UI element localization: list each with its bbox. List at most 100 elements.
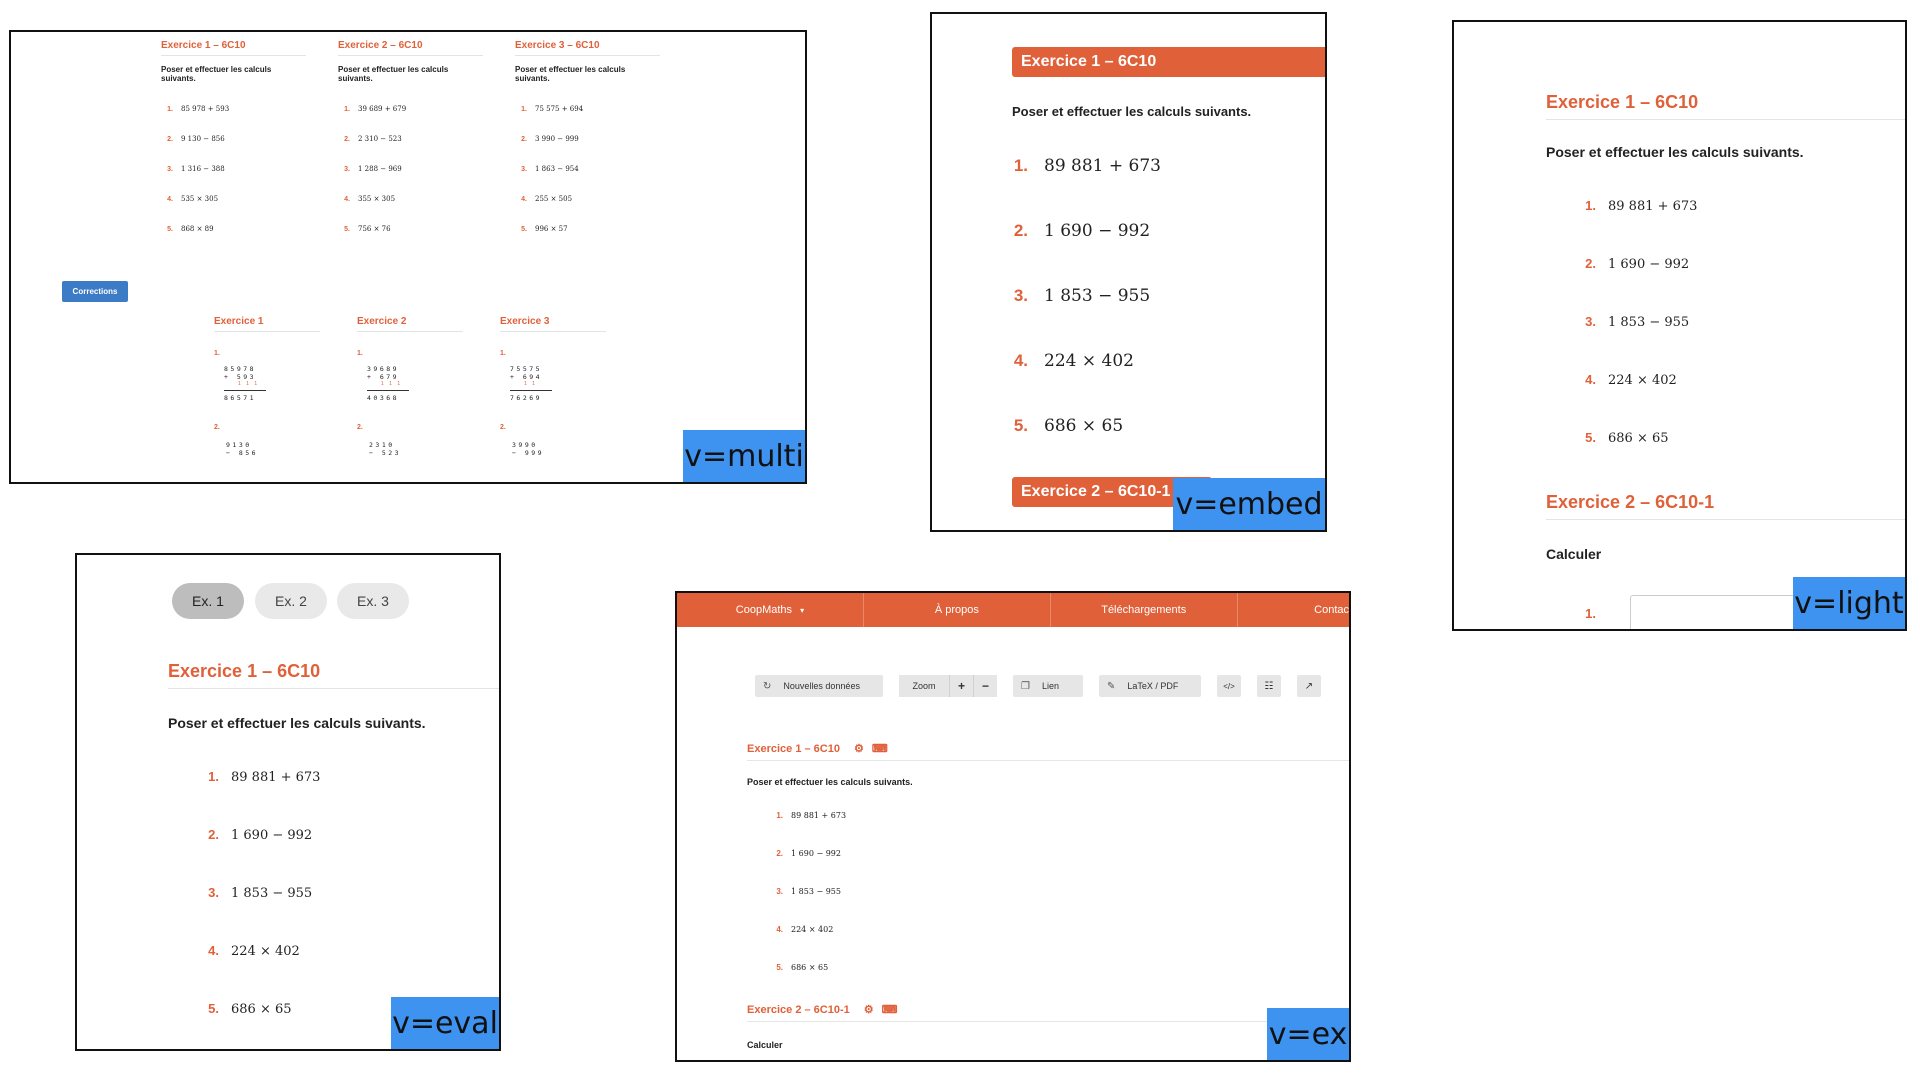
question-number: 4.: [167, 196, 173, 203]
question-expression: 1 690 − 992: [1608, 257, 1690, 272]
tab-ex-3[interactable]: Ex. 3: [337, 583, 409, 619]
question-expression: 686 × 65: [1044, 416, 1124, 436]
operand-top: 75575: [510, 365, 543, 373]
latex-pdf-label: LaTeX / PDF: [1127, 681, 1179, 691]
question-number: 4.: [344, 196, 350, 203]
question-expression: 2 310 − 523: [358, 135, 402, 143]
nav-downloads[interactable]: Téléchargements: [1051, 593, 1238, 627]
grid-icon: ☷: [1264, 680, 1274, 692]
keyboard-icon[interactable]: ⌨: [882, 1003, 898, 1016]
question-number: 3.: [776, 887, 783, 896]
question-number: 1.: [776, 811, 783, 820]
version-tag: v=multi: [683, 430, 805, 482]
question-item: 5. 868 × 89: [161, 225, 306, 233]
refresh-icon: ↻: [763, 680, 772, 692]
code-button[interactable]: </>: [1217, 675, 1241, 697]
question-item: 3. 1 863 − 954: [515, 165, 660, 173]
question-expression: 868 × 89: [181, 225, 214, 233]
question-item: 4. 224 × 402: [203, 943, 300, 959]
result-value: 86571: [224, 394, 257, 402]
operand-top: 2310: [369, 441, 395, 449]
external-link-button[interactable]: ↗: [1297, 675, 1321, 697]
edit-icon: ✎: [1107, 680, 1116, 692]
question-number: 3.: [521, 166, 527, 173]
question-number: 2.: [521, 136, 527, 143]
link-button[interactable]: ❐ Lien: [1013, 675, 1083, 697]
question-item: 2. 3 990 − 999: [515, 135, 660, 143]
question-expression: 756 × 76: [358, 225, 391, 233]
nav-brand-menu[interactable]: CoopMaths ▾: [677, 593, 864, 627]
exercise-instruction: Calculer: [1546, 546, 1602, 562]
grid-button[interactable]: ☷: [1257, 675, 1281, 697]
question-number: 1.: [167, 106, 173, 113]
nav-about[interactable]: À propos: [864, 593, 1051, 627]
zoom-in-button[interactable]: +: [949, 675, 973, 697]
nav-brand-label: CoopMaths: [735, 604, 793, 616]
exercise-column-3: Exercice 3 – 6C10 Poser et effectuer les…: [515, 32, 660, 233]
nav-contact[interactable]: Contac: [1238, 593, 1349, 627]
question-item: 1.: [1580, 606, 1608, 621]
question-number: 5.: [776, 963, 783, 972]
exercise-title: Exercice 1 – 6C10: [168, 661, 499, 689]
code-icon: </>: [1223, 681, 1235, 691]
question-item: 2. 9 130 − 856: [161, 135, 306, 143]
question-number: 4.: [1585, 372, 1596, 387]
correction-column-1: Exercice 1 1. 85978 + 593 1 1 1 86571 2.…: [214, 308, 320, 457]
tab-ex-1[interactable]: Ex. 1: [172, 583, 244, 619]
question-item: 3. 1 853 − 955: [203, 885, 312, 901]
question-expression: 224 × 402: [231, 944, 300, 959]
question-item: 2. 1 690 − 992: [203, 827, 312, 843]
zoom-label: Zoom: [899, 675, 949, 697]
question-number: 3.: [344, 166, 350, 173]
question-item: 1. 89 881 + 673: [203, 769, 320, 785]
operand-bottom: + 679: [367, 373, 400, 381]
carry-digits: 1 1 1: [381, 381, 403, 387]
column-subtraction: 2310 − 523: [369, 441, 463, 457]
ex-view-panel: CoopMaths ▾ À propos Téléchargements Con…: [675, 591, 1351, 1062]
question-number: 3.: [167, 166, 173, 173]
corrections-button[interactable]: Corrections: [62, 281, 128, 302]
question-expression: 996 × 57: [535, 225, 568, 233]
question-item: 3. 1 853 − 955: [1580, 314, 1689, 330]
exercise-instruction: Poser et effectuer les calculs suivants.: [168, 715, 426, 731]
column-addition: 75575 + 694 1 1 76269: [510, 365, 606, 402]
question-number: 3.: [1585, 314, 1596, 329]
question-number: 2.: [776, 849, 783, 858]
exercise-title: Exercice 2 – 6C10-1: [1546, 492, 1905, 520]
question-number: 2.: [344, 136, 350, 143]
question-expression: 1 690 − 992: [791, 849, 841, 858]
exercise-header: Exercice 1 – 6C10 ⚙ ⌨: [747, 742, 1349, 761]
question-expression: 39 689 + 679: [358, 105, 407, 113]
zoom-out-button[interactable]: −: [973, 675, 997, 697]
question-number: 5.: [1013, 416, 1028, 435]
tab-ex-2[interactable]: Ex. 2: [255, 583, 327, 619]
question-number: 5.: [344, 226, 350, 233]
question-item: 1. 85 978 + 593: [161, 105, 306, 113]
question-item: 5. 686 × 65: [1580, 430, 1668, 446]
version-tag: v=ex: [1267, 1008, 1349, 1060]
exercise-column-2: Exercice 2 – 6C10 Poser et effectuer les…: [338, 32, 483, 233]
new-data-button[interactable]: ↻ Nouvelles données: [755, 675, 883, 697]
exercise-title: Exercice 1 – 6C10: [1546, 92, 1905, 120]
light-view-panel: Exercice 1 – 6C10 Poser et effectuer les…: [1452, 20, 1907, 631]
question-item: 1. 89 881 + 673: [773, 811, 846, 820]
operand-top: 39689: [367, 365, 400, 373]
question-item: 4. 224 × 402: [1012, 351, 1134, 371]
version-tag: v=light: [1793, 577, 1905, 629]
exercise-title: Exercice 3 – 6C10: [515, 32, 660, 56]
question-item: 5. 686 × 65: [1012, 416, 1123, 436]
operand-bottom: − 523: [369, 449, 402, 457]
latex-pdf-button[interactable]: ✎ LaTeX / PDF: [1099, 675, 1201, 697]
gear-icon[interactable]: ⚙: [854, 742, 864, 755]
operand-top: 3990: [512, 441, 538, 449]
gear-icon[interactable]: ⚙: [864, 1003, 874, 1016]
question-number: 4.: [776, 925, 783, 934]
question-expression: 1 863 − 954: [535, 165, 579, 173]
exercise-instruction: Poser et effectuer les calculs suivants.: [515, 65, 626, 83]
question-item: 4. 535 × 305: [161, 195, 306, 203]
keyboard-icon[interactable]: ⌨: [872, 742, 888, 755]
correction-number: 1.: [500, 350, 506, 357]
question-number: 2.: [167, 136, 173, 143]
question-expression: 89 881 + 673: [231, 770, 321, 785]
question-expression: 75 575 + 694: [535, 105, 584, 113]
